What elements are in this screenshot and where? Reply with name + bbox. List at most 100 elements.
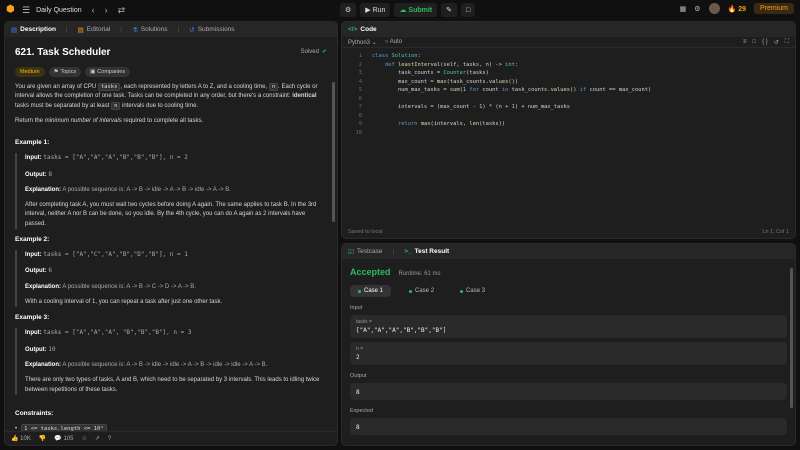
prev-arrow-icon[interactable]: ‹ [92,5,95,15]
example-box: Input: tasks = ["A","A","A", "B","B","B"… [15,328,327,395]
cursor-position: Ln 1, Col 1 [762,229,789,235]
tab-description[interactable]: ▤ Description [11,26,56,34]
description-footer: 👍 10K 👎 💬 105 ☆ ↗ ? [5,431,337,445]
help-icon[interactable]: ? [108,436,111,442]
return-emphasis: minimum number of intervals [44,117,122,124]
checkbox-icon: ☑ [348,248,354,256]
intro-code-tasks: tasks [97,83,121,92]
output-value: 8 [356,389,360,396]
description-panel: ▤ Description | ▤ Editorial | ⚗ Solutions |… [4,21,338,446]
leetcode-logo-icon[interactable]: ⬢ [6,4,16,16]
reset-icon[interactable]: ↺ [774,39,779,46]
n-param-label: n = [356,346,364,352]
pass-dot-icon [409,289,413,293]
example-output: 10 [48,345,56,353]
case-tab-2[interactable]: Case 2 [401,285,442,297]
input-label: Input [350,305,363,311]
tab-solutions[interactable]: ⚗ Solutions [132,26,168,34]
code-line: 10 [355,129,363,136]
auto-mode[interactable]: ○ Auto [385,39,402,45]
submissions-icon: ↺ [189,26,195,34]
example-explanation-label: Explanation: [25,361,62,368]
example-output: 6 [48,267,52,275]
code-line: 9 return max(intervals, len(tasks)) [358,121,506,127]
tab-testcase[interactable]: ☑ Testcase [348,248,382,256]
daily-question-title[interactable]: Daily Question [36,7,82,14]
tasks-param-label: tasks = [356,319,372,325]
input-tasks-box: tasks = ["A","A","A","B","B","B"] [350,315,787,338]
comment-button[interactable]: 💬 105 [54,435,73,442]
run-button[interactable]: ▶ Run [360,3,391,17]
star-icon[interactable]: ☆ [81,435,86,442]
code-line: 1 class Solution: [358,53,421,59]
example-input: tasks = ["A","A","A","B","B","B"], n = 2 [43,154,188,162]
topics-tag[interactable]: ⚑ Topics [48,66,82,78]
premium-button[interactable]: Premium [753,3,794,14]
format-icon[interactable]: ≡ [743,39,747,46]
mode-label: Auto [389,39,403,45]
submit-button[interactable]: ☁ Submit [394,3,438,17]
example-output: 8 [48,170,52,178]
problem-title[interactable]: 621. Task Scheduler [15,45,110,61]
code-status-bar: Saved to local Ln 1, Col 1 [342,226,795,238]
result-panel: ☑ Testcase | >_ Test Result Accepted Runti… [341,243,796,446]
tab-solutions-label: Solutions [140,26,168,33]
like-count: 10K [20,436,31,442]
tab-testcase-label: Testcase [356,248,383,255]
expand-icon[interactable]: ⛶ [785,39,789,46]
lock-icon: ▣ [90,68,96,75]
debug-button[interactable]: ⚙ [340,3,357,17]
braces-icon[interactable]: { } [762,39,768,46]
example-note: There are only two types of tasks, A and… [25,377,320,393]
tab-editorial-label: Editorial [86,26,111,33]
example-input-label: Input: [25,330,42,337]
case-tab-3-label: Case 3 [466,288,486,294]
expected-label: Expected [350,408,373,414]
tab-submissions-label: Submissions [197,26,235,33]
layout-icon[interactable]: ▦ [680,5,687,13]
avatar[interactable] [708,3,720,14]
notes-button[interactable]: ✎ [441,3,458,17]
like-button[interactable]: 👍 10K [11,435,31,442]
case-tab-1[interactable]: Case 1 [350,285,392,297]
tab-code-label: Code [360,26,377,33]
input-n-box: n = 2 [350,342,787,365]
example-box: Input: tasks = ["A","A","A","B","B","B"]… [15,153,327,230]
example-explanation-label: Explanation: [25,186,62,193]
settings-icon[interactable]: ⚙ [694,5,700,13]
shuffle-icon[interactable]: ⇄ [118,5,126,16]
description-scrollbar[interactable] [332,82,335,222]
next-arrow-icon[interactable]: › [105,5,108,15]
streak-counter[interactable]: 🔥 29 [728,5,746,13]
tab-submissions[interactable]: ↺ Submissions [189,26,234,34]
list-icon[interactable]: ☰ [22,5,30,16]
result-scrollbar[interactable] [790,268,793,408]
companies-tag[interactable]: ▣ Companies [85,66,131,78]
code-header: </> Code [342,22,795,37]
tab-code[interactable]: </> Code [348,26,377,33]
example-input: tasks = ["A","A","A", "B","B","B"], n = … [43,329,192,337]
difficulty-badge[interactable]: Medium [15,66,45,78]
tab-test-result[interactable]: >_ Test Result [404,248,449,255]
submit-label: Submit [408,6,433,14]
code-toolbar: Python3 ⌄ ○ Auto ≡ □ { } ↺ ⛶ [342,37,795,48]
language-select[interactable]: Python3 ⌄ [348,39,377,46]
case-tab-3[interactable]: Case 3 [452,285,493,297]
share-icon[interactable]: ↗ [95,435,100,442]
result-status: Accepted [350,267,391,277]
n-param-value: 2 [356,354,360,361]
tab-editorial[interactable]: ▤ Editorial [78,26,111,34]
top-nav: ⬢ ☰ Daily Question ‹ › ⇄ ⚙ ▶ Run ☁ Submi… [0,0,800,20]
example-output-label: Output: [25,171,47,178]
problem-return: Return the minimum number of intervals r… [15,117,327,126]
code-editor[interactable]: 1 class Solution: 2 def leastInterval(sel… [342,52,795,137]
tasks-param-value: ["A","A","A","B","B","B"] [356,327,447,334]
code-panel: </> Code Python3 ⌄ ○ Auto ≡ □ { } ↺ ⛶ 1 cl… [341,21,796,239]
description-icon: ▤ [11,26,18,34]
code-icon: </> [348,26,358,33]
bookmark-icon[interactable]: □ [752,39,756,46]
dislike-icon[interactable]: 👎 [39,435,46,442]
result-body: Accepted Runtime: 61 ms Case 1 Case 2 Ca… [342,259,795,443]
whiteboard-button[interactable]: □ [461,3,476,17]
example-output-label: Output: [25,268,47,275]
